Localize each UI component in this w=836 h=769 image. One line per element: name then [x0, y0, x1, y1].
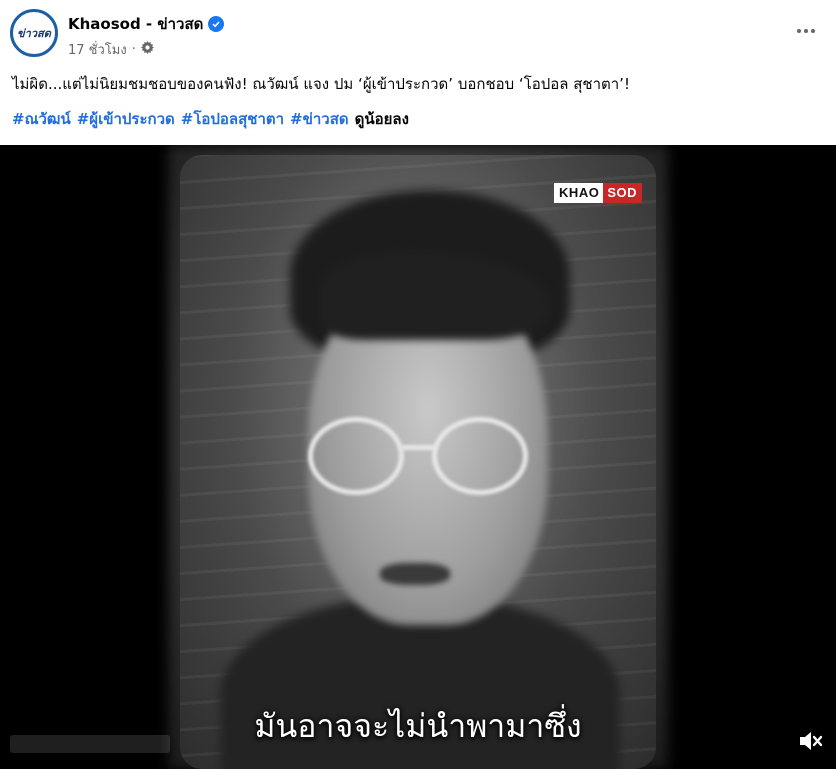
video-frame[interactable]: KHAO SOD	[180, 155, 656, 769]
page-avatar[interactable]: ข่าวสด	[10, 9, 58, 57]
more-options-button[interactable]	[794, 21, 818, 41]
glasses-bridge	[402, 445, 436, 450]
video-subtitle: มันอาจจะไม่นำพามาซึ่ง	[254, 707, 582, 745]
post-timestamp[interactable]: 17 ชั่วโมง	[68, 39, 127, 60]
glasses-right-lens	[432, 417, 528, 495]
logo-sod-text: SOD	[603, 183, 642, 203]
post-meta: 17 ชั่วโมง ·	[68, 39, 154, 60]
privacy-gear-icon[interactable]	[140, 41, 154, 58]
more-dot-icon	[811, 29, 815, 33]
hashtag-link[interactable]: #ข่าวสด	[290, 107, 349, 131]
more-dot-icon	[804, 29, 808, 33]
verified-badge-icon	[208, 16, 225, 32]
hashtag-link[interactable]: #ณวัฒน์	[12, 107, 71, 131]
see-less-button[interactable]: ดูน้อยลง	[355, 107, 409, 131]
post-header: ข่าวสด Khaosod - ข่าวสด 17 ชั่วโมง ·	[0, 0, 836, 70]
page-name-link[interactable]: Khaosod - ข่าวสด	[68, 12, 203, 36]
hashtag-link[interactable]: #ผู้เข้าประกวด	[77, 107, 175, 131]
hashtag-row: #ณวัฒน์ #ผู้เข้าประกวด #โอปอลสุชาตา #ข่า…	[12, 107, 409, 131]
page-name-row: Khaosod - ข่าวสด	[68, 12, 225, 36]
person-mouth	[380, 563, 450, 585]
meta-separator: ·	[131, 42, 136, 57]
glasses-left-lens	[308, 417, 404, 495]
speaker-muted-icon[interactable]	[796, 727, 824, 755]
hashtag-link[interactable]: #โอปอลสุชาตา	[181, 107, 284, 131]
khaosod-logo: KHAO SOD	[554, 183, 642, 203]
more-dot-icon	[797, 29, 801, 33]
logo-khao-text: KHAO	[554, 183, 604, 203]
video-player[interactable]: KHAO SOD มันอาจจะไม่นำพามาซึ่ง	[0, 145, 836, 769]
post-caption: ไม่ผิด...แต่ไม่นิยมชมชอบของคนฟัง! ณวัฒน์…	[12, 75, 630, 93]
avatar-text: ข่าวสด	[17, 27, 51, 40]
